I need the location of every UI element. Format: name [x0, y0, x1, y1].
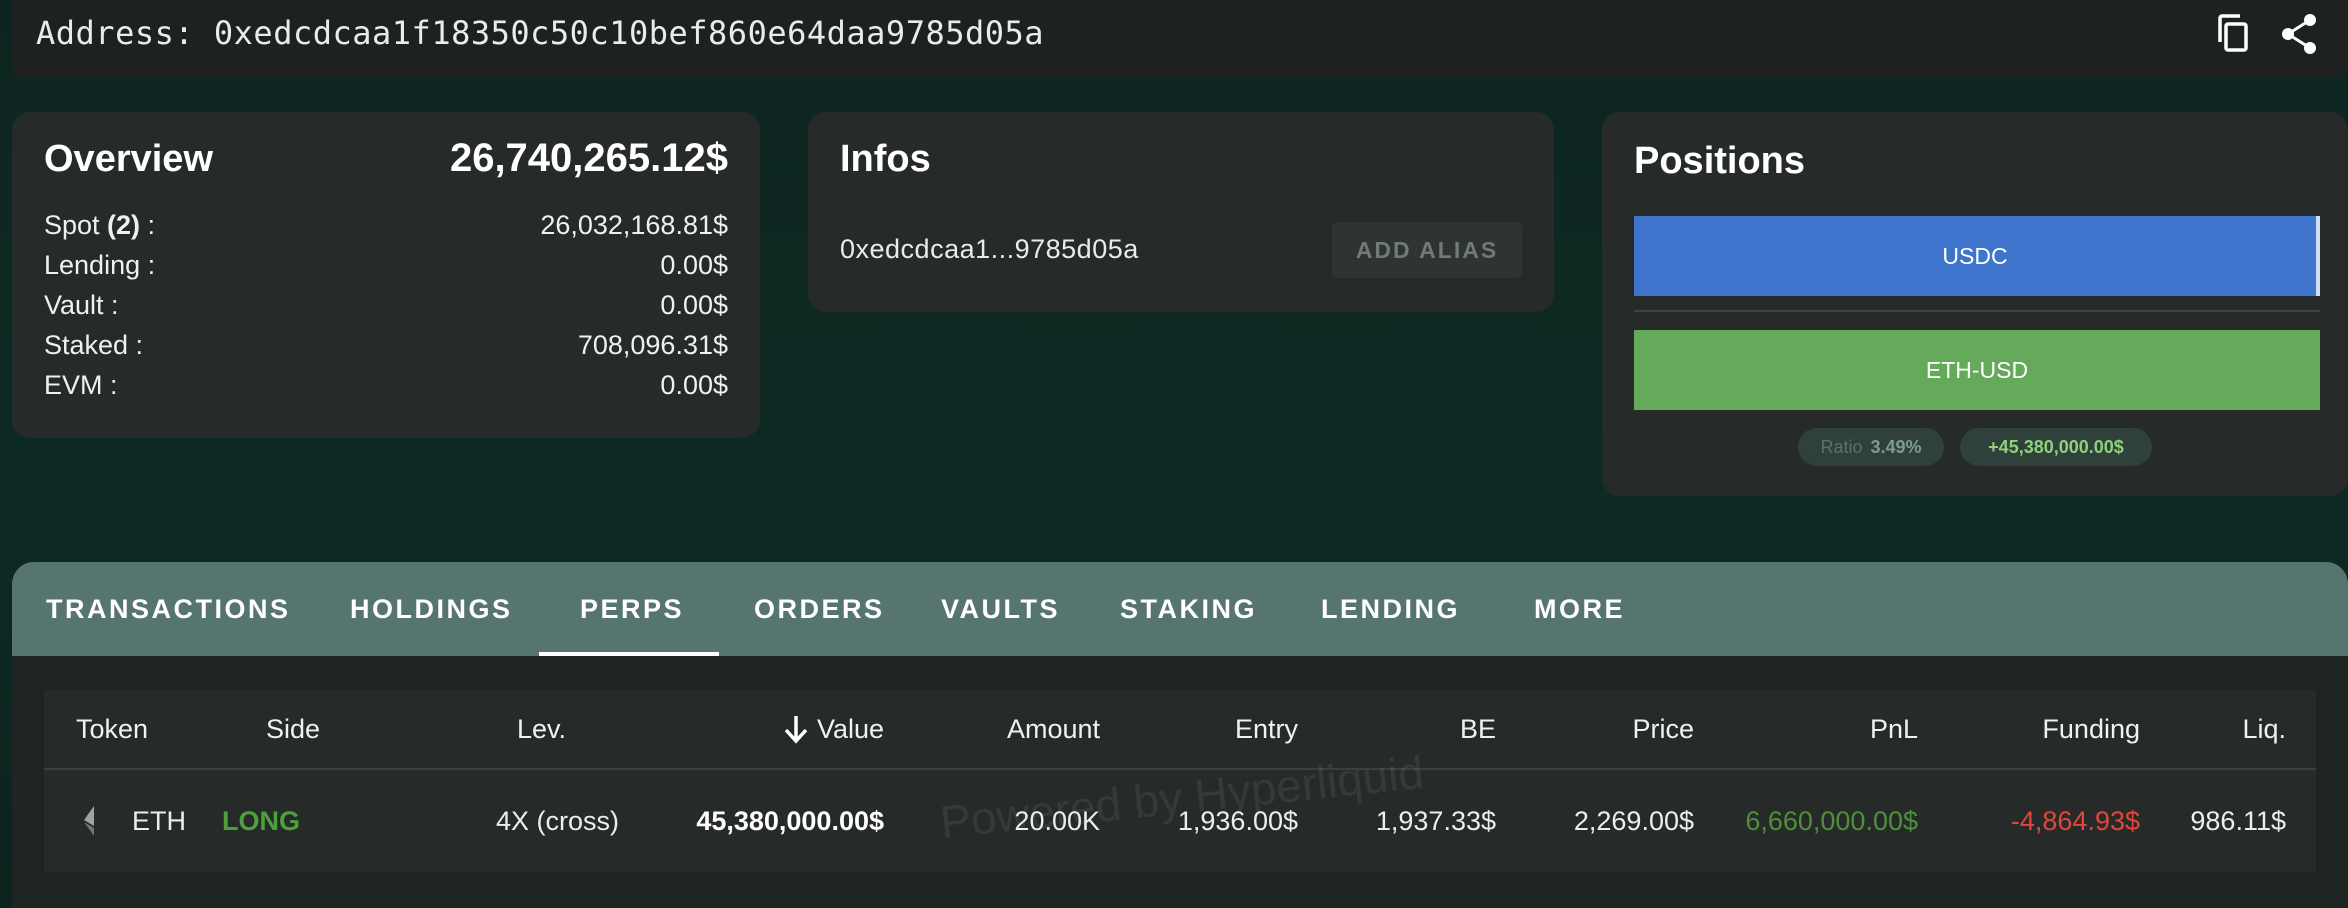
- tab-staking[interactable]: STAKING: [1120, 562, 1257, 656]
- cell-side: LONG: [222, 805, 300, 836]
- overview-title: Overview: [44, 138, 213, 180]
- overview-row: EVM : 0.00$: [44, 370, 728, 406]
- overview-row-value: 0.00$: [660, 370, 728, 400]
- perps-table: Token Side Lev. Value Amount Entry BE Pr…: [44, 690, 2316, 872]
- positions-title: Positions: [1634, 140, 1806, 182]
- header-token[interactable]: Token: [76, 690, 148, 768]
- copy-icon[interactable]: [2210, 10, 2258, 58]
- share-icon[interactable]: [2276, 10, 2324, 58]
- cell-entry: 1,936.00$: [1177, 805, 1298, 836]
- position-bar-label: USDC: [1942, 242, 2008, 269]
- header-value[interactable]: Value: [684, 690, 884, 768]
- active-tab-indicator: [539, 652, 719, 656]
- header-value-label: Value: [816, 713, 884, 744]
- arrow-down-icon: [783, 714, 809, 744]
- header-price[interactable]: Price: [1522, 690, 1694, 768]
- infos-card: Infos 0xedcdcaa1...9785d05a ADD ALIAS: [808, 112, 1554, 312]
- overview-row-label-text: EVM :: [44, 370, 118, 400]
- position-bar-eth-usd[interactable]: ETH-USD: [1634, 330, 2320, 410]
- overview-row: Staked : 708,096.31$: [44, 330, 728, 366]
- net-value-chip: +45,380,000.00$: [1960, 428, 2152, 466]
- overview-row-value: 708,096.31$: [577, 330, 728, 360]
- tab-perps[interactable]: PERPS: [580, 562, 684, 656]
- overview-row-label: Lending :: [44, 250, 155, 281]
- positions-card: Positions USDC ETH-USD Ratio 3.49% +45,3…: [1602, 112, 2348, 496]
- tabs-strip: TRANSACTIONS HOLDINGS PERPS ORDERS VAULT…: [12, 562, 2348, 656]
- header-entry[interactable]: Entry: [1124, 690, 1298, 768]
- header-be[interactable]: BE: [1324, 690, 1496, 768]
- overview-row-label: Spot (2) :: [44, 210, 155, 241]
- cell-token: ETH: [132, 805, 186, 836]
- address-label: Address: 0xedcdcaa1f18350c50c10bef860e64…: [36, 14, 1045, 52]
- overview-row-label-suffix: :: [140, 210, 156, 240]
- overview-row-label-text: Lending :: [44, 250, 156, 280]
- overview-row-label-count: (2): [107, 210, 141, 240]
- position-bar-usdc[interactable]: USDC: [1634, 216, 2320, 296]
- overview-row-label-text: Spot: [44, 210, 108, 240]
- tab-lending[interactable]: LENDING: [1321, 562, 1460, 656]
- overview-row-label: Vault :: [44, 290, 119, 321]
- cell-price: 2,269.00$: [1573, 805, 1694, 836]
- add-alias-button[interactable]: ADD ALIAS: [1332, 222, 1522, 278]
- overview-total: 26,740,265.12$: [449, 136, 728, 180]
- header-side[interactable]: Side: [266, 690, 320, 768]
- cell-pnl: 6,660,000.00$: [1745, 805, 1918, 836]
- positions-divider: [1634, 310, 2320, 312]
- header-amount[interactable]: Amount: [924, 690, 1100, 768]
- header-lev[interactable]: Lev.: [404, 690, 566, 768]
- overview-row-value: 0.00$: [660, 290, 728, 320]
- cell-be: 1,937.33$: [1375, 805, 1496, 836]
- overview-card: Overview 26,740,265.12$ Spot (2) : 26,032…: [12, 112, 760, 438]
- ratio-chip: Ratio 3.49%: [1798, 428, 1944, 466]
- overview-row: Spot (2) : 26,032,168.81$: [44, 210, 728, 246]
- tab-more[interactable]: MORE: [1534, 562, 1625, 656]
- header-liq[interactable]: Liq.: [2164, 690, 2286, 768]
- header-pnl[interactable]: PnL: [1744, 690, 1918, 768]
- token-logo-icon: [82, 770, 98, 872]
- tabs-panel: TRANSACTIONS HOLDINGS PERPS ORDERS VAULT…: [12, 562, 2348, 908]
- short-address: 0xedcdcaa1...9785d05a: [840, 234, 1139, 264]
- overview-row: Lending : 0.00$: [44, 250, 728, 286]
- header-funding[interactable]: Funding: [1944, 690, 2140, 768]
- infos-title: Infos: [840, 138, 931, 180]
- overview-row-label-text: Vault :: [44, 290, 119, 320]
- tab-orders[interactable]: ORDERS: [754, 562, 885, 656]
- cell-lev: 4X (cross): [495, 805, 619, 836]
- overview-row-label: Staked :: [44, 330, 143, 361]
- overview-row-label: EVM :: [44, 370, 118, 401]
- tab-holdings[interactable]: HOLDINGS: [350, 562, 513, 656]
- tab-vaults[interactable]: VAULTS: [941, 562, 1060, 656]
- tab-transactions[interactable]: TRANSACTIONS: [46, 562, 291, 656]
- overview-row-value: 26,032,168.81$: [540, 210, 728, 240]
- cell-liq: 986.11$: [2190, 805, 2286, 836]
- overview-row-value: 0.00$: [660, 250, 728, 280]
- ratio-value: 3.49%: [1870, 436, 1922, 457]
- overview-row: Vault : 0.00$: [44, 290, 728, 326]
- ratio-label: Ratio: [1820, 436, 1863, 457]
- cell-value: 45,380,000.00$: [696, 805, 884, 836]
- cell-amount: 20.00K: [1014, 805, 1100, 836]
- position-bar-label: ETH-USD: [1925, 356, 2029, 383]
- overview-row-label-text: Staked :: [44, 330, 144, 360]
- cell-funding: -4,864.93$: [2010, 805, 2140, 836]
- address-bar: Address: 0xedcdcaa1f18350c50c10bef860e64…: [12, 0, 2348, 78]
